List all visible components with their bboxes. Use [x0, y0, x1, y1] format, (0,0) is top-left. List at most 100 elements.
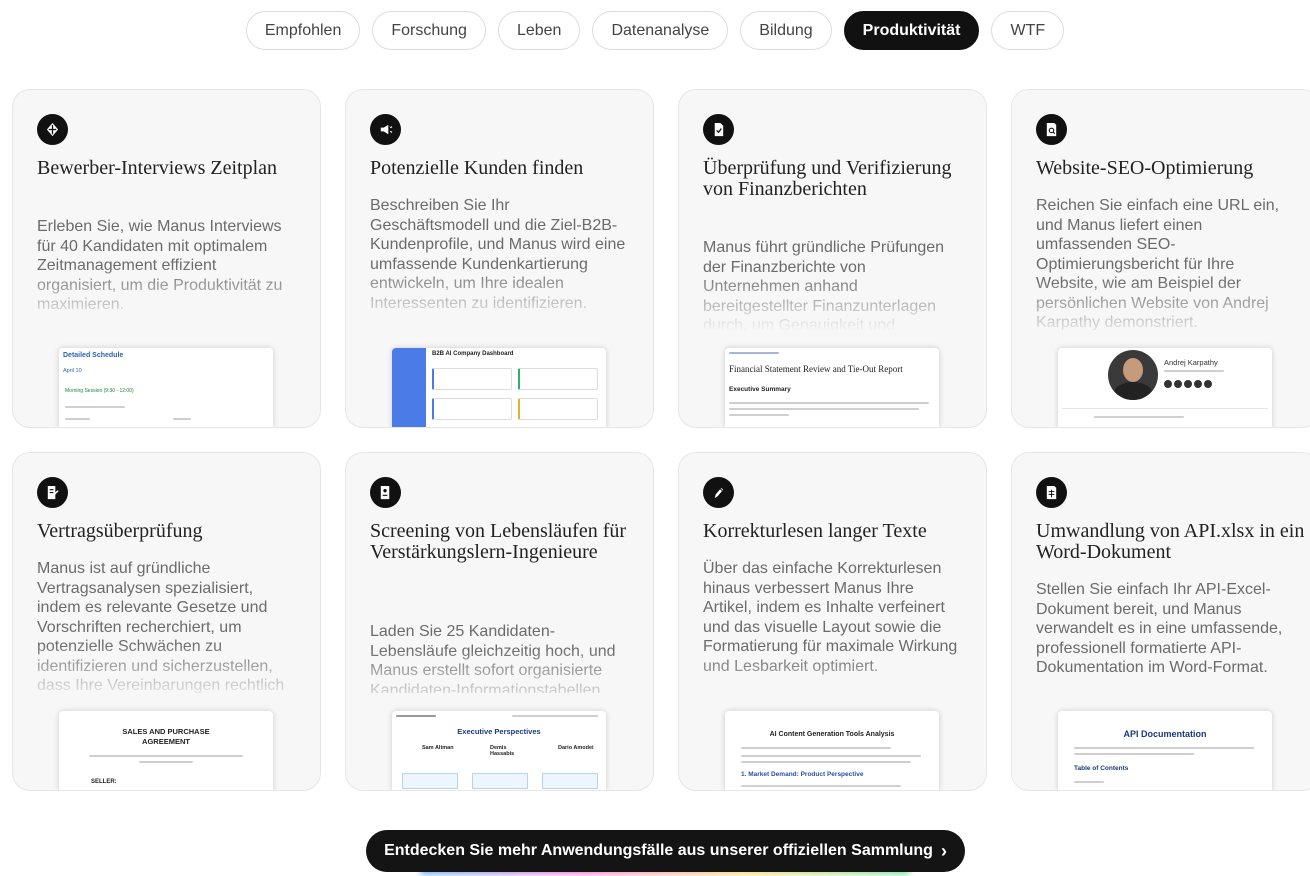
- tab-produktivitaet[interactable]: Produktivität: [843, 11, 980, 50]
- use-case-card[interactable]: Umwandlung von API.xlsx in ein Word-Doku…: [1011, 452, 1310, 791]
- tab-datenanalyse[interactable]: Datenanalyse: [592, 11, 729, 50]
- card-title: Korrekturlesen langer Texte: [703, 520, 927, 542]
- card-preview: Financial Statement Review and Tie-Out R…: [725, 348, 939, 427]
- preview-line: [1074, 747, 1254, 749]
- card-preview: B2B AI Company Dashboard: [392, 348, 606, 427]
- preview-heading: Andrej Karpathy: [1164, 358, 1218, 367]
- preview-heading: Financial Statement Review and Tie-Out R…: [729, 364, 903, 374]
- preview-stat-box: [432, 398, 512, 420]
- card-title: Bewerber-Interviews Zeitplan: [37, 157, 278, 179]
- preview-sidebar: [392, 348, 426, 427]
- resume-icon: [370, 477, 401, 508]
- preview-line: [173, 418, 191, 420]
- preview-stat-box: [518, 398, 598, 420]
- avatar: [1108, 350, 1158, 400]
- card-title: Potenzielle Kunden finden: [370, 157, 584, 179]
- card-description: Manus ist auf gründliche Vertragsanalyse…: [37, 560, 285, 693]
- preview-line: [65, 418, 90, 420]
- preview-line: [65, 406, 125, 408]
- preview-cell: [402, 773, 458, 789]
- card-title: Umwandlung von API.xlsx in ein Word-Doku…: [1036, 520, 1305, 563]
- pen-icon: [703, 477, 734, 508]
- preview-line: [396, 715, 436, 717]
- card-description: Reichen Sie einfach eine URL ein, und Ma…: [1036, 197, 1280, 330]
- card-description: Stellen Sie einfach Ihr API-Excel-Dokume…: [1036, 581, 1283, 676]
- preview-line: [729, 408, 919, 410]
- card-preview: Executive Perspectives Sam Altman Demis …: [392, 711, 606, 790]
- preview-name: Demis Hassabis: [490, 745, 515, 757]
- preview-line: [1074, 753, 1194, 755]
- preview-name: Sam Altman: [422, 745, 454, 751]
- preview-line: [729, 414, 789, 416]
- social-icons: [1164, 380, 1212, 388]
- preview-line: [1074, 781, 1104, 783]
- card-description: Über das einfache Korrekturlesen hinaus …: [703, 560, 958, 675]
- tab-wtf[interactable]: WTF: [991, 11, 1065, 50]
- use-case-grid: Bewerber-Interviews Zeitplan Erleben Sie…: [12, 89, 1310, 791]
- preview-line: [89, 755, 243, 757]
- preview-subtitle: Executive Summary: [729, 386, 791, 393]
- card-preview: Andrej Karpathy: [1058, 348, 1272, 427]
- tab-bildung[interactable]: Bildung: [740, 11, 832, 50]
- preview-line: [1164, 370, 1224, 372]
- preview-subtitle: SELLER:: [91, 779, 117, 785]
- preview-cell: [472, 773, 528, 789]
- card-description: Beschreiben Sie Ihr Geschäftsmodell und …: [370, 197, 626, 312]
- search-document-icon: [1036, 114, 1067, 145]
- card-title: Vertragsüberprüfung: [37, 520, 203, 542]
- tab-empfohlen[interactable]: Empfohlen: [245, 11, 361, 50]
- card-description: Laden Sie 25 Kandidaten-Lebensläufe glei…: [370, 623, 616, 693]
- card-description: Manus führt gründliche Prüfungen der Fin…: [703, 239, 945, 330]
- card-title: Screening von Lebensläufen für Verstärku…: [370, 520, 627, 563]
- category-tabs: Empfohlen Forschung Leben Datenanalyse B…: [0, 11, 1310, 50]
- card-preview: Detailed Schedule April 10 Morning Sessi…: [59, 348, 273, 427]
- use-case-card[interactable]: Überprüfung und Verifizierung von Finanz…: [678, 89, 987, 428]
- card-description: Erleben Sie, wie Manus Interviews für 40…: [37, 218, 283, 313]
- use-case-card[interactable]: Vertragsüberprüfung Manus ist auf gründl…: [12, 452, 321, 791]
- use-case-card[interactable]: Website-SEO-Optimierung Reichen Sie einf…: [1011, 89, 1310, 428]
- cta-label: Entdecken Sie mehr Anwendungsfälle aus u…: [384, 842, 933, 859]
- card-preview: SALES AND PURCHASE AGREEMENT SELLER:: [59, 711, 273, 790]
- preview-heading: Executive Perspectives: [457, 727, 541, 736]
- card-preview: AI Content Generation Tools Analysis 1. …: [725, 711, 939, 790]
- calendar-icon: [37, 114, 68, 145]
- preview-subtitle: Table of Contents: [1074, 765, 1129, 772]
- preview-line: [741, 761, 911, 763]
- preview-heading: B2B AI Company Dashboard: [432, 351, 514, 357]
- preview-line: [139, 761, 193, 763]
- preview-name: Dario Amodei: [558, 745, 594, 751]
- document-check-icon: [703, 114, 734, 145]
- tab-leben[interactable]: Leben: [497, 11, 581, 50]
- preview-note: Morning Session (9:30 - 12:00): [65, 388, 134, 394]
- preview-line: [729, 352, 779, 354]
- preview-heading: SALES AND PURCHASE AGREEMENT: [122, 727, 210, 746]
- contract-icon: [37, 477, 68, 508]
- use-case-card[interactable]: Bewerber-Interviews Zeitplan Erleben Sie…: [12, 89, 321, 428]
- explore-more-button[interactable]: Entdecken Sie mehr Anwendungsfälle aus u…: [366, 830, 965, 872]
- card-title: Website-SEO-Optimierung: [1036, 157, 1254, 179]
- preview-line: [741, 747, 891, 749]
- preview-stat-box: [518, 368, 598, 390]
- preview-stat-box: [432, 368, 512, 390]
- megaphone-icon: [370, 114, 401, 145]
- use-case-card[interactable]: Screening von Lebensläufen für Verstärku…: [345, 452, 654, 791]
- use-case-card[interactable]: Potenzielle Kunden finden Beschreiben Si…: [345, 89, 654, 428]
- preview-heading: API Documentation: [1123, 729, 1207, 739]
- preview-subtitle: April 10: [63, 368, 82, 374]
- card-title: Überprüfung und Verifizierung von Finanz…: [703, 157, 952, 200]
- preview-line: [512, 715, 598, 717]
- preview-line: [741, 755, 921, 757]
- card-preview: API Documentation Table of Contents: [1058, 711, 1272, 790]
- preview-line: [729, 402, 929, 404]
- preview-line: [1094, 416, 1184, 418]
- chevron-right-icon: ›: [940, 841, 947, 861]
- preview-line: [741, 785, 901, 787]
- preview-divider: [1062, 408, 1268, 409]
- spreadsheet-icon: [1036, 477, 1067, 508]
- preview-heading: AI Content Generation Tools Analysis: [769, 731, 895, 738]
- tab-forschung[interactable]: Forschung: [372, 11, 486, 50]
- use-case-card[interactable]: Korrekturlesen langer Texte Über das ein…: [678, 452, 987, 791]
- preview-cell: [542, 773, 598, 789]
- preview-heading: Detailed Schedule: [63, 352, 124, 359]
- preview-subtitle: 1. Market Demand: Product Perspective: [741, 771, 864, 778]
